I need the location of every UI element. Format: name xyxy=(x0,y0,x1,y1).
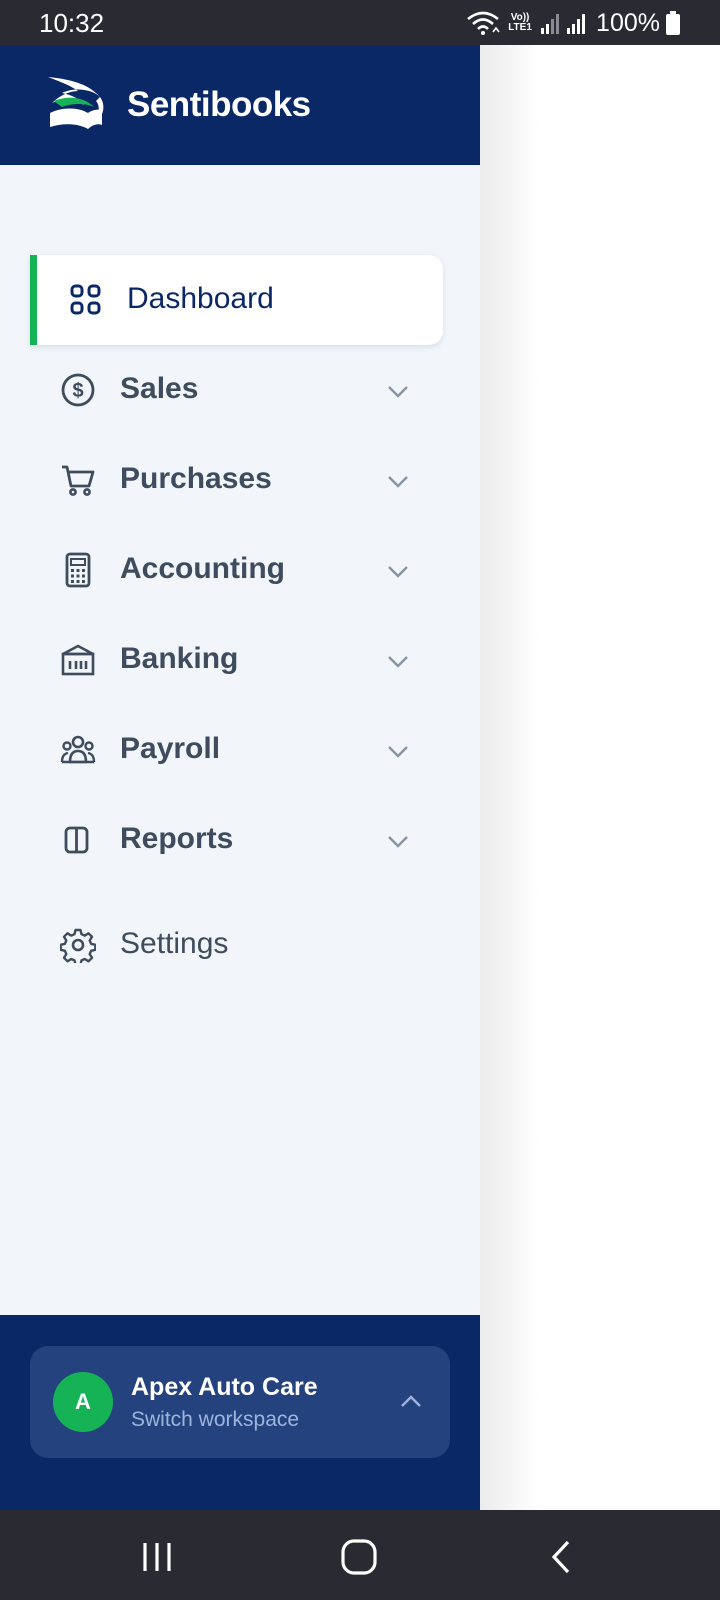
chevron-down-icon[interactable] xyxy=(385,738,411,764)
sidebar-item-label: Dashboard xyxy=(127,282,274,315)
status-time: 10:32 xyxy=(39,8,105,38)
sidebar-item-label: Banking xyxy=(120,642,239,675)
sidebar-item-label: Reports xyxy=(120,822,234,855)
chevron-down-icon[interactable] xyxy=(385,828,411,854)
svg-text:$: $ xyxy=(72,380,83,402)
avatar: A xyxy=(53,1372,113,1432)
chevron-down-icon[interactable] xyxy=(385,558,411,584)
sidebar-item-accounting[interactable]: Accounting xyxy=(30,525,443,615)
system-nav-bar xyxy=(0,1510,720,1600)
drawer-header: Sentibooks xyxy=(0,45,480,165)
workspace-name: Apex Auto Care xyxy=(131,1373,318,1401)
battery-icon xyxy=(666,11,680,35)
brand-name: Sentibooks xyxy=(127,85,311,124)
calculator-icon xyxy=(65,552,91,588)
home-icon[interactable] xyxy=(339,1537,379,1577)
volte-indicator: Vo)) LTE1 xyxy=(508,12,532,33)
sidebar-item-reports[interactable]: Reports xyxy=(30,795,443,885)
cart-icon xyxy=(62,465,95,496)
status-icons: Vo)) LTE1 100% xyxy=(466,8,680,38)
chevron-up-icon[interactable] xyxy=(399,1390,423,1414)
drawer-shadow xyxy=(480,45,540,1510)
drawer-footer: A Apex Auto Care Switch workspace xyxy=(0,1315,480,1510)
sentibooks-logo xyxy=(48,77,104,129)
dollar-circle-icon: $ xyxy=(61,373,95,407)
sidebar-item-payroll[interactable]: Payroll xyxy=(30,705,443,795)
signal-icon-2 xyxy=(567,14,586,34)
navigation-drawer: Sentibooks Dashboard $ Sales Purchases A… xyxy=(0,45,480,1510)
sidebar-item-label: Accounting xyxy=(120,552,285,585)
sidebar-item-settings[interactable]: Settings xyxy=(30,900,443,990)
wifi-icon xyxy=(467,11,500,35)
columns-icon xyxy=(64,826,89,854)
chevron-down-icon[interactable] xyxy=(385,648,411,674)
sidebar-item-banking[interactable]: Banking xyxy=(30,615,443,705)
bank-icon xyxy=(61,644,95,676)
workspace-subtitle: Switch workspace xyxy=(131,1408,300,1431)
battery-percent: 100% xyxy=(596,8,660,37)
workspace-switcher[interactable]: A Apex Auto Care Switch workspace xyxy=(30,1346,450,1458)
sidebar-item-sales[interactable]: $ Sales xyxy=(30,345,443,435)
status-bar: 10:32 Vo)) LTE1 100% xyxy=(0,0,720,45)
sidebar-item-dashboard[interactable]: Dashboard xyxy=(30,255,443,345)
grid-icon xyxy=(70,284,101,315)
gear-icon xyxy=(60,928,96,963)
sidebar-item-label: Sales xyxy=(120,372,199,405)
sidebar-item-purchases[interactable]: Purchases xyxy=(30,435,443,525)
signal-icon-1 xyxy=(541,14,560,34)
back-icon[interactable] xyxy=(541,1537,581,1577)
chevron-down-icon[interactable] xyxy=(385,468,411,494)
sidebar-item-label: Settings xyxy=(120,927,229,960)
recent-apps-icon[interactable] xyxy=(137,1537,177,1577)
active-indicator xyxy=(30,255,37,345)
sidebar-item-label: Payroll xyxy=(120,732,221,765)
chevron-down-icon[interactable] xyxy=(385,378,411,404)
people-icon xyxy=(60,735,96,764)
sidebar-item-label: Purchases xyxy=(120,462,272,495)
